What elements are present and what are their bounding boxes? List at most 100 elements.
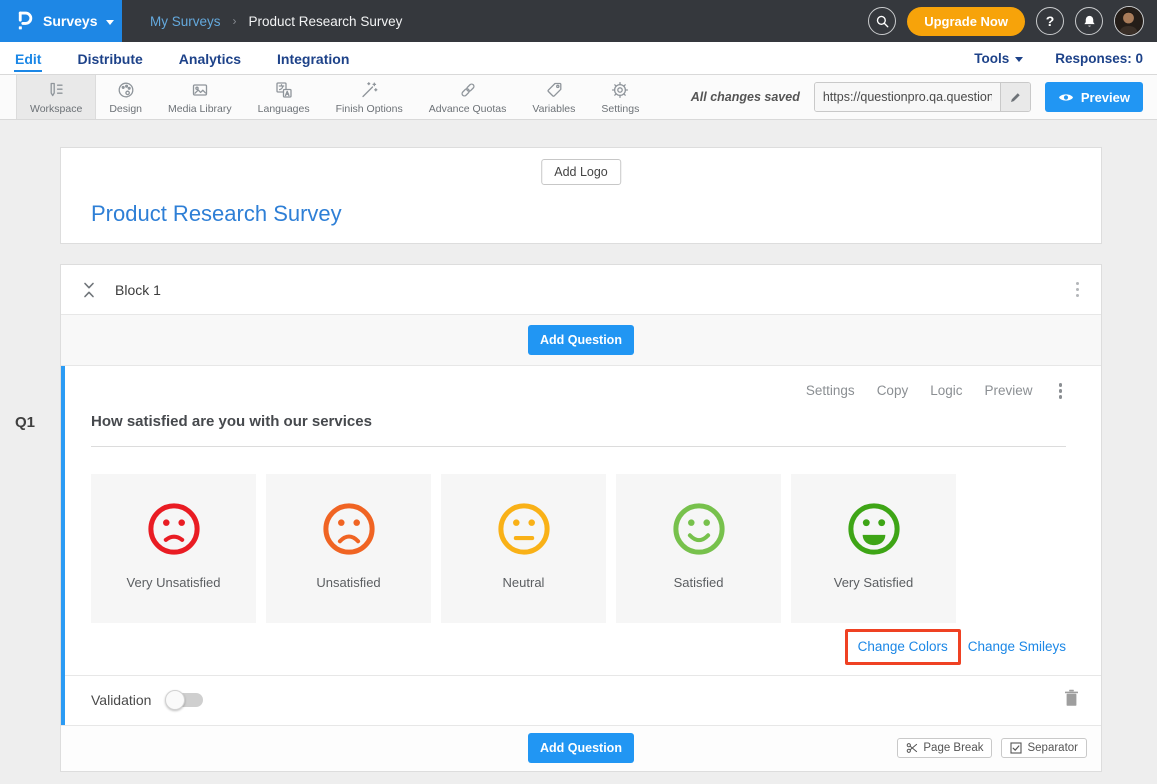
- toolbar-languages[interactable]: Languages: [245, 75, 323, 119]
- smiley-options: Very Unsatisfied Unsatisfied: [91, 474, 1066, 623]
- survey-nav: Edit Distribute Analytics Integration To…: [0, 42, 1157, 75]
- smiley-option-very-satisfied[interactable]: Very Satisfied: [791, 474, 956, 623]
- collapse-block-icon[interactable]: [81, 280, 97, 300]
- toolbar-design[interactable]: Design: [96, 75, 155, 119]
- responses-count[interactable]: Responses: 0: [1055, 51, 1143, 66]
- brand-menu[interactable]: Surveys: [0, 0, 122, 42]
- survey-header-card: Add Logo Product Research Survey: [60, 147, 1102, 244]
- chevron-down-icon: [106, 20, 114, 25]
- toolbar-finish-options[interactable]: Finish Options: [323, 75, 416, 119]
- question-copy-link[interactable]: Copy: [877, 383, 909, 398]
- neutral-smiley-icon: [495, 500, 553, 558]
- toolbar-media-library[interactable]: Media Library: [155, 75, 245, 119]
- change-smileys-link[interactable]: Change Smileys: [968, 639, 1066, 654]
- survey-url-box: [814, 82, 1031, 112]
- search-icon: [875, 14, 890, 29]
- option-label: Very Satisfied: [834, 575, 914, 590]
- toolbar-item-label: Variables: [532, 103, 575, 115]
- toolbar-item-label: Design: [109, 103, 142, 115]
- save-status: All changes saved: [691, 90, 800, 104]
- block-menu-kebab-icon[interactable]: [1072, 278, 1084, 302]
- top-navbar: Surveys My Surveys › Product Research Su…: [0, 0, 1157, 42]
- validation-toggle[interactable]: [167, 693, 203, 707]
- toolbar-variables[interactable]: Variables: [519, 75, 588, 119]
- question-menu-kebab-icon[interactable]: [1055, 379, 1067, 403]
- question-preview-link[interactable]: Preview: [984, 383, 1032, 398]
- question-action-menu: Settings Copy Logic Preview: [91, 379, 1066, 403]
- toolbar-right: All changes saved Preview: [691, 75, 1157, 119]
- question-number: Q1: [15, 414, 35, 431]
- add-question-strip-bottom: Add Question Page Break Separator: [61, 725, 1101, 771]
- add-question-button-bottom[interactable]: Add Question: [528, 733, 634, 763]
- change-colors-link[interactable]: Change Colors: [858, 639, 948, 654]
- notifications-button[interactable]: [1075, 7, 1103, 35]
- survey-url-input[interactable]: [815, 83, 1000, 111]
- toolbar-item-label: Languages: [258, 103, 310, 115]
- option-label: Unsatisfied: [316, 575, 380, 590]
- survey-nav-tabs: Edit Distribute Analytics Integration: [14, 45, 350, 72]
- tools-dropdown[interactable]: Tools: [974, 51, 1023, 66]
- user-avatar[interactable]: [1114, 6, 1144, 36]
- search-button[interactable]: [868, 7, 896, 35]
- toolbar-item-label: Settings: [601, 103, 639, 115]
- very-satisfied-smiley-icon: [845, 500, 903, 558]
- gear-icon: [610, 80, 630, 100]
- survey-title[interactable]: Product Research Survey: [91, 201, 342, 227]
- question-body: Settings Copy Logic Preview How satisfie…: [65, 366, 1101, 675]
- questionpro-logo-icon: [14, 10, 34, 32]
- chevron-down-icon: [1015, 57, 1023, 62]
- separator-button[interactable]: Separator: [1001, 738, 1087, 758]
- tab-integration[interactable]: Integration: [276, 45, 350, 72]
- add-question-button-top[interactable]: Add Question: [528, 325, 634, 355]
- toolbar-advance-quotas[interactable]: Advance Quotas: [416, 75, 520, 119]
- help-button[interactable]: ?: [1036, 7, 1064, 35]
- page-break-label: Page Break: [923, 742, 983, 754]
- very-unsatisfied-smiley-icon: [145, 500, 203, 558]
- question-settings-link[interactable]: Settings: [806, 383, 855, 398]
- block-card: Q1 Block 1 Add Question Settings Copy Lo…: [60, 264, 1102, 772]
- eye-icon: [1058, 92, 1074, 103]
- pencil-icon: [1009, 91, 1022, 104]
- trash-icon: [1064, 689, 1079, 707]
- add-logo-button[interactable]: Add Logo: [541, 159, 621, 185]
- question-mark-icon: ?: [1046, 13, 1055, 29]
- strip-right-buttons: Page Break Separator: [897, 738, 1087, 758]
- scissors-icon: [906, 742, 918, 754]
- toolbar-settings[interactable]: Settings: [588, 75, 652, 119]
- satisfied-smiley-icon: [670, 500, 728, 558]
- option-label: Satisfied: [674, 575, 724, 590]
- smiley-option-unsatisfied[interactable]: Unsatisfied: [266, 474, 431, 623]
- tag-icon: [544, 80, 564, 100]
- topbar-actions: Upgrade Now ?: [868, 6, 1157, 36]
- unsatisfied-smiley-icon: [320, 500, 378, 558]
- tab-distribute[interactable]: Distribute: [76, 45, 143, 72]
- survey-nav-right: Tools Responses: 0: [974, 51, 1143, 66]
- chain-link-icon: [458, 80, 478, 100]
- tab-edit[interactable]: Edit: [14, 45, 42, 72]
- toolbar-item-label: Finish Options: [336, 103, 403, 115]
- translate-icon: [274, 80, 294, 100]
- palette-icon: [116, 80, 136, 100]
- smiley-option-neutral[interactable]: Neutral: [441, 474, 606, 623]
- edit-url-button[interactable]: [1000, 83, 1030, 111]
- toolbar-workspace[interactable]: Workspace: [16, 75, 96, 119]
- workspace-icon: [46, 80, 66, 100]
- delete-question-button[interactable]: [1064, 689, 1079, 712]
- block-title: Block 1: [115, 282, 161, 298]
- magic-wand-icon: [359, 80, 379, 100]
- page-break-button[interactable]: Page Break: [897, 738, 992, 758]
- toolbar-item-label: Advance Quotas: [429, 103, 507, 115]
- change-colors-highlight: Change Colors: [845, 629, 961, 665]
- breadcrumb-my-surveys[interactable]: My Surveys: [150, 14, 221, 29]
- tools-label: Tools: [974, 51, 1009, 66]
- preview-button[interactable]: Preview: [1045, 82, 1143, 112]
- brand-product-name: Surveys: [43, 13, 97, 29]
- question-title[interactable]: How satisfied are you with our services: [91, 413, 1066, 447]
- smiley-option-satisfied[interactable]: Satisfied: [616, 474, 781, 623]
- editor-toolbar: Workspace Design Media Library Languages…: [0, 75, 1157, 120]
- question-logic-link[interactable]: Logic: [930, 383, 962, 398]
- smiley-option-very-unsatisfied[interactable]: Very Unsatisfied: [91, 474, 256, 623]
- upgrade-now-button[interactable]: Upgrade Now: [907, 7, 1025, 36]
- tab-analytics[interactable]: Analytics: [178, 45, 242, 72]
- checkbox-icon: [1010, 742, 1022, 754]
